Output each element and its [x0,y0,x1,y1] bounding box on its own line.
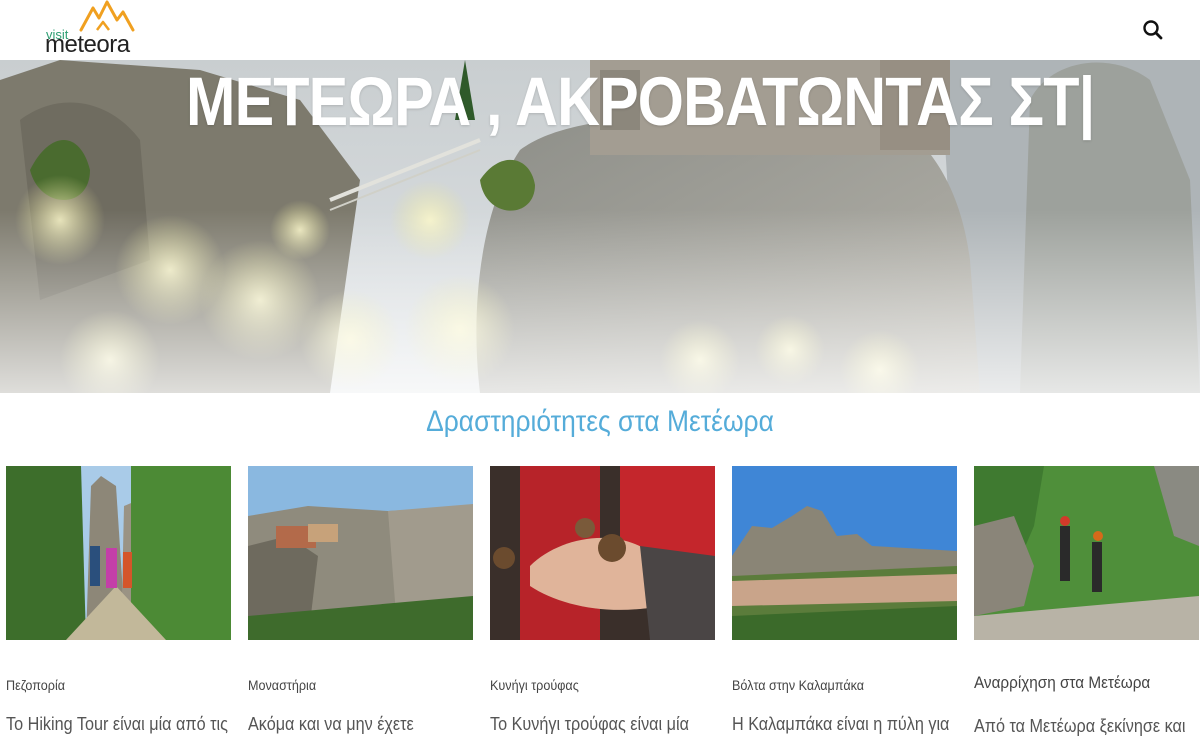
logo-main-text: meteora [45,31,130,58]
activity-card-truffle-hunting[interactable]: Κυνήγι τρούφας Το Κυνήγι τρούφας είναι μ… [490,466,715,750]
hero-banner: ΜΕΤΕΩΡΑ , ΑΚΡΟΒΑΤΩΝΤΑΣ ΣΤ| [0,60,1200,393]
activity-card-monasteries[interactable]: Μοναστήρια Ακόμα και να μην έχετε [248,466,473,750]
truffle-image[interactable] [490,466,715,640]
activity-card-hiking[interactable]: Πεζοπορία Το Hiking Tour είναι μία από τ… [6,466,231,750]
card-category: Πεζοπορία [6,677,66,693]
activity-card-kalambaka[interactable]: Βόλτα στην Καλαμπάκα Η Καλαμπάκα είναι η… [732,466,957,750]
card-excerpt: Η Καλαμπάκα είναι η πύλη για [732,714,950,734]
logo-mountains-icon [79,0,135,32]
site-header: visit meteora [0,0,1200,60]
hero-title: ΜΕΤΕΩΡΑ , ΑΚΡΟΒΑΤΩΝΤΑΣ ΣΤ| [186,63,1095,140]
activities-grid: Πεζοπορία Το Hiking Tour είναι μία από τ… [0,466,1200,750]
climbing-image[interactable] [974,466,1199,640]
section-title: Δραστηριότητες στα Μετέωρα [426,405,774,438]
activity-card-climbing[interactable]: Αναρρίχηση στα Μετέωρα Από τα Μετέωρα ξε… [974,466,1199,750]
card-category: Βόλτα στην Καλαμπάκα [732,677,865,693]
card-excerpt: Το Hiking Tour είναι μία από τις [6,714,228,734]
card-category: Κυνήγι τρούφας [490,677,579,693]
hiking-image[interactable] [6,466,231,640]
card-category: Αναρρίχηση στα Μετέωρα [974,673,1151,692]
card-excerpt: Ακόμα και να μην έχετε [248,714,414,734]
site-logo[interactable]: visit meteora [45,0,137,60]
card-excerpt: Από τα Μετέωρα ξεκίνησε και [974,716,1186,736]
card-excerpt: Το Κυνήγι τρούφας είναι μία [490,714,689,734]
monastery-image[interactable] [248,466,473,640]
card-category: Μοναστήρια [248,677,317,693]
search-icon[interactable] [1142,19,1164,41]
kalambaka-image[interactable] [732,466,957,640]
